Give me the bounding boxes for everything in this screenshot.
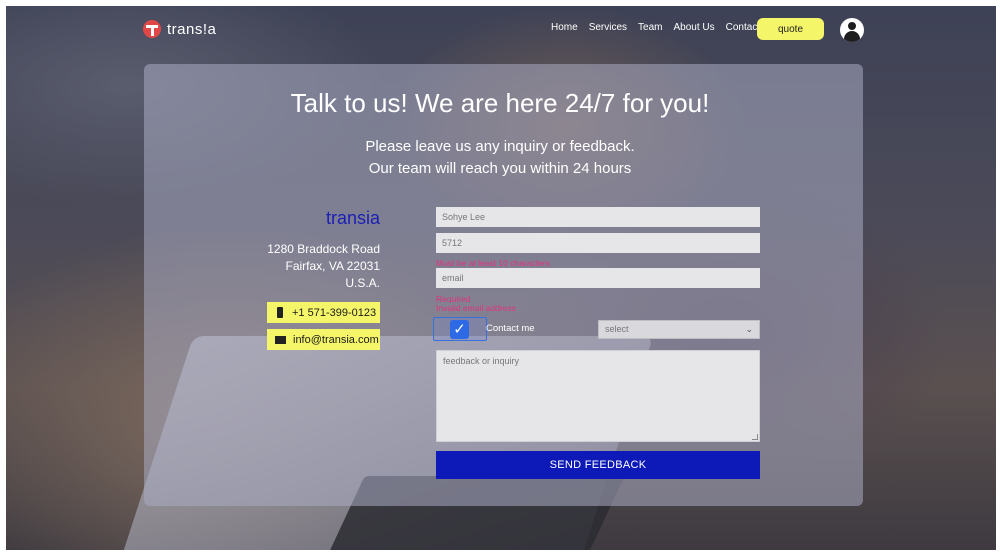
email-chip[interactable]: info@transia.com	[267, 329, 380, 350]
subtitle-line-2: Our team will reach you within 24 hours	[368, 160, 632, 177]
number-error: Must be at least 10 characters	[436, 258, 550, 268]
navbar: trans!a Home Services Team About Us Cont…	[0, 0, 1000, 60]
address-line-2: Fairfax, VA 22031	[285, 259, 381, 273]
user-circle-icon[interactable]	[840, 18, 864, 42]
name-field[interactable]	[436, 207, 760, 227]
contact-me-label: Contact me	[486, 323, 535, 334]
number-field[interactable]	[436, 233, 760, 253]
chevron-down-icon: ⌄	[745, 324, 753, 334]
phone-chip[interactable]: +1 571-399-0123	[267, 302, 380, 323]
logo-icon	[143, 20, 161, 38]
mail-icon	[275, 335, 286, 344]
quote-button[interactable]: quote	[757, 18, 824, 40]
user-head-shape	[848, 22, 856, 30]
address-line-3: U.S.A.	[345, 276, 380, 290]
send-feedback-button[interactable]: SEND FEEDBACK	[436, 451, 760, 479]
email-text: info@transia.com	[293, 333, 379, 346]
select-value: select	[605, 324, 629, 334]
nav-link-contact[interactable]: Contact	[726, 22, 760, 33]
feedback-placeholder: feedback or inquiry	[443, 356, 520, 366]
nav-link-team[interactable]: Team	[638, 22, 662, 33]
phone-icon	[277, 307, 283, 318]
page-title: Talk to us! We are here 24/7 for you!	[290, 88, 710, 118]
subtitle-line-1: Please leave us any inquiry or feedback.	[365, 138, 635, 155]
nav-links: Home Services Team About Us Contact	[551, 22, 771, 33]
checkmark-icon: ✓	[450, 320, 469, 339]
company-name: transia	[325, 208, 380, 228]
resize-grip-icon[interactable]	[752, 434, 758, 440]
contact-me-checkbox[interactable]: ✓	[433, 317, 487, 341]
feedback-textarea[interactable]: feedback or inquiry	[436, 350, 760, 442]
logo-text: trans!a	[167, 20, 217, 38]
email-error-invalid: Invalid email address	[436, 303, 516, 313]
contact-method-select[interactable]: select ⌄	[598, 320, 760, 339]
phone-text: +1 571-399-0123	[292, 306, 377, 319]
nav-link-services[interactable]: Services	[589, 22, 627, 33]
nav-link-about[interactable]: About Us	[674, 22, 715, 33]
logo[interactable]: trans!a	[143, 20, 216, 38]
nav-link-home[interactable]: Home	[551, 22, 578, 33]
email-field[interactable]	[436, 268, 760, 288]
address-line-1: 1280 Braddock Road	[267, 242, 380, 256]
user-body-shape	[844, 31, 860, 42]
